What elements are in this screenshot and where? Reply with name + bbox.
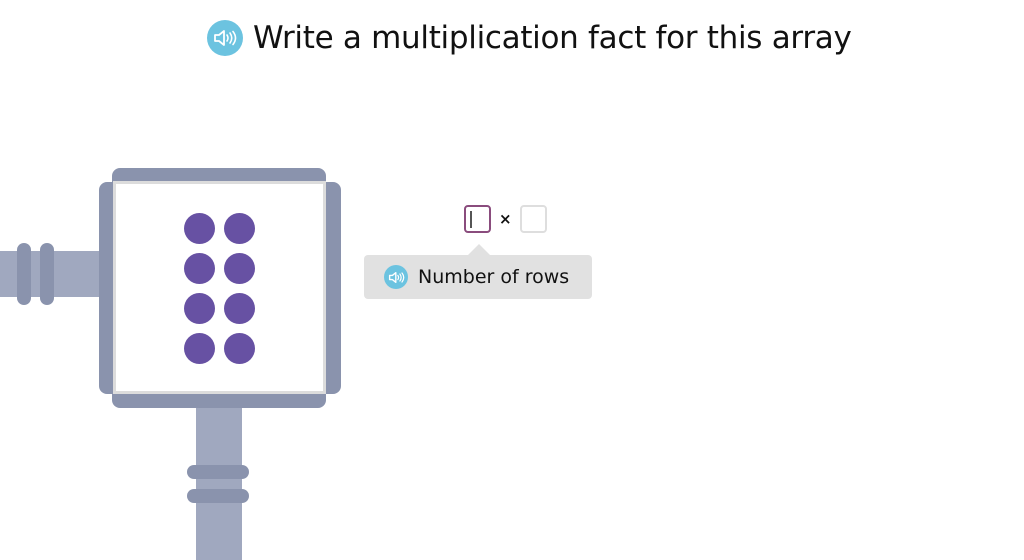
factor2-input[interactable]	[519, 205, 547, 233]
array-dot	[184, 293, 215, 324]
prompt-header: Write a multiplication fact for this arr…	[207, 18, 852, 58]
array-dot	[184, 253, 215, 284]
array-dot	[224, 293, 255, 324]
array-dot	[224, 253, 255, 284]
frame-bottom	[112, 392, 326, 408]
bottom-pipe	[196, 400, 242, 560]
multiplication-equation: ×	[464, 205, 547, 233]
prompt-title: Write a multiplication fact for this arr…	[253, 20, 852, 56]
array-dot	[184, 333, 215, 364]
hint-text: Number of rows	[418, 266, 570, 288]
hint-tooltip: Number of rows	[364, 244, 592, 299]
speaker-icon[interactable]	[384, 265, 408, 289]
frame-right	[325, 182, 341, 394]
factor1-input[interactable]	[464, 205, 491, 233]
speaker-icon[interactable]	[207, 20, 243, 56]
dot-array	[184, 213, 256, 365]
left-pipe-ring	[40, 243, 54, 305]
array-dot	[224, 333, 255, 364]
bottom-pipe-ring	[187, 489, 249, 503]
array-dot	[184, 213, 215, 244]
speaker-glyph	[214, 30, 237, 46]
left-pipe-ring	[17, 243, 31, 305]
times-sign: ×	[499, 210, 512, 228]
array-dot	[224, 213, 255, 244]
speaker-glyph	[388, 271, 404, 283]
bottom-pipe-ring	[187, 465, 249, 479]
